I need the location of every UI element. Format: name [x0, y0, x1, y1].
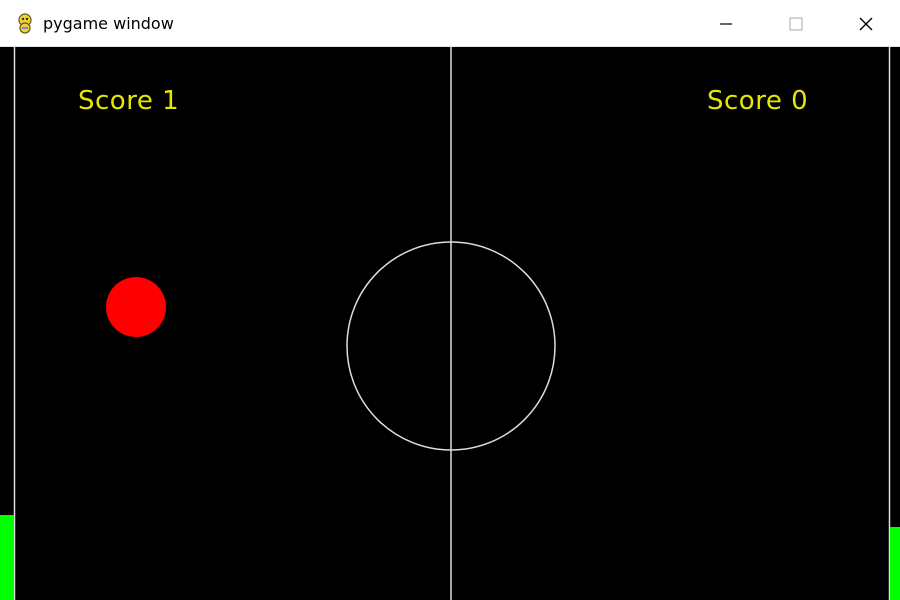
maximize-button[interactable] — [773, 0, 819, 47]
minimize-button[interactable] — [703, 0, 749, 47]
close-icon — [859, 17, 873, 30]
ball — [106, 277, 166, 337]
left-paddle — [0, 515, 14, 600]
playfield — [0, 47, 900, 600]
left-score: Score 1 — [78, 86, 180, 116]
right-score: Score 0 — [707, 86, 809, 116]
right-paddle — [890, 527, 900, 600]
window-title: pygame window — [43, 14, 174, 33]
maximize-icon — [789, 16, 803, 31]
minimize-icon — [720, 22, 732, 25]
game-canvas[interactable]: Score 1 Score 0 — [0, 47, 900, 600]
pygame-snake-icon — [18, 13, 32, 34]
title-bar[interactable]: pygame window — [0, 0, 900, 47]
close-button[interactable] — [843, 0, 889, 47]
